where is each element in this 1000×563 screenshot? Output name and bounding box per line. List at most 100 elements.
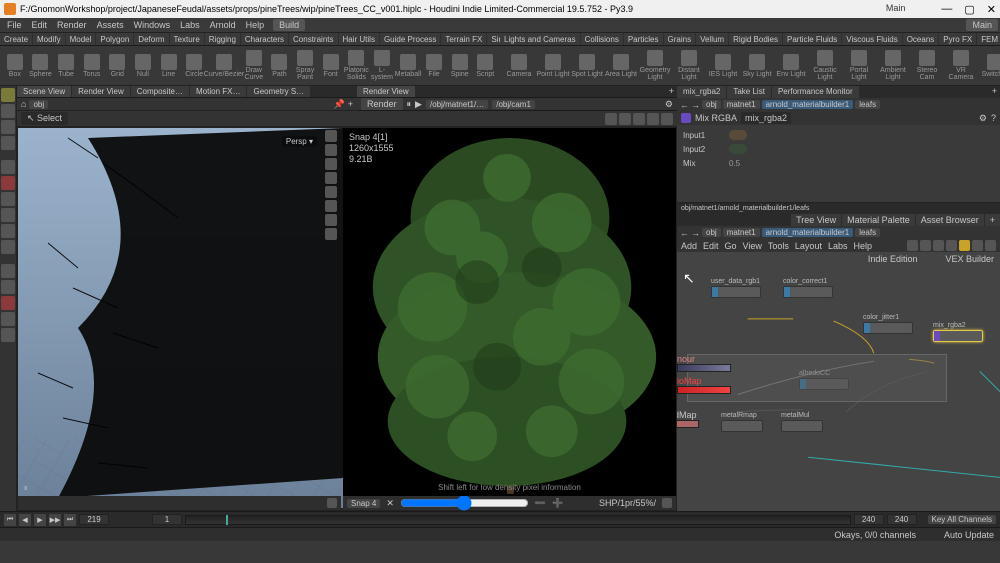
vp-icon[interactable] — [325, 214, 337, 226]
tool-icon[interactable] — [1, 296, 15, 310]
shelf-tool[interactable]: Ambient Light — [876, 50, 910, 81]
timeline-last-icon[interactable]: ⏭ — [64, 514, 76, 526]
fwd-icon[interactable]: → — [691, 228, 700, 238]
key-mode-dropdown[interactable]: Key All Channels — [928, 515, 996, 524]
menu-edit[interactable]: Edit — [27, 20, 53, 30]
shelf-tab[interactable]: Characters — [241, 33, 288, 45]
shelf-tool[interactable]: File — [421, 54, 447, 78]
net-tool-icon[interactable] — [920, 240, 931, 251]
shelf-tab[interactable]: Pyro FX — [939, 33, 976, 45]
shelf-tool[interactable]: Script — [472, 54, 498, 78]
shelf-tab[interactable]: Polygon — [96, 33, 133, 45]
render-button[interactable]: Render — [361, 98, 403, 110]
net-menu-labs[interactable]: Labs — [828, 241, 848, 251]
node-color-correct[interactable]: color_correct1 — [783, 278, 833, 298]
shelf-tool[interactable]: Spot Light — [570, 54, 604, 78]
node-name-field[interactable]: mix_rgba2 — [741, 112, 791, 124]
tool-icon[interactable] — [1, 224, 15, 238]
shelf-tab[interactable]: Deform — [134, 33, 168, 45]
tab-material-palette[interactable]: Material Palette — [842, 214, 915, 226]
node-mix-rgba[interactable]: mix_rgba2 — [933, 322, 983, 342]
rv-prev-icon[interactable]: ✕ — [386, 498, 394, 509]
shelf-tab[interactable]: Guide Process — [380, 33, 440, 45]
shelf-tool[interactable]: Stereo Cam — [910, 50, 944, 81]
minimize-button[interactable]: — — [941, 3, 952, 16]
plus-icon[interactable]: + — [985, 214, 1000, 226]
tool-icon[interactable] — [1, 240, 15, 254]
shelf-tab[interactable]: Texture — [170, 33, 204, 45]
net-menu-view[interactable]: View — [743, 241, 762, 251]
tab-asset-browser[interactable]: Asset Browser — [916, 214, 984, 226]
vp-icon[interactable] — [325, 186, 337, 198]
rv-plus-icon[interactable]: ➕ — [552, 498, 563, 509]
select-mode-label[interactable]: ↖ Select — [21, 112, 68, 125]
menu-labs[interactable]: Labs — [175, 20, 205, 30]
net-menu-add[interactable]: Add — [681, 241, 697, 251]
shelf-tab[interactable]: FEM — [977, 33, 1000, 45]
shelf-tool[interactable]: Platonic Solids — [344, 50, 370, 81]
net-tool-icon[interactable] — [959, 240, 970, 251]
shelf-tool[interactable]: L-system — [369, 50, 395, 81]
help-icon[interactable]: ? — [991, 113, 996, 123]
shelf-tab[interactable]: Lights and Cameras — [500, 33, 580, 45]
back-icon[interactable]: ← — [680, 100, 689, 110]
start-frame-field[interactable] — [152, 514, 182, 525]
viewport-tab[interactable]: Motion FX… — [190, 86, 246, 97]
menu-file[interactable]: File — [2, 20, 27, 30]
shelf-tab[interactable]: Terrain FX — [441, 33, 486, 45]
snapshot-label[interactable]: Snap 4 — [347, 499, 380, 508]
timeline-first-icon[interactable]: ⏮ — [4, 514, 16, 526]
shelf-tool[interactable]: Null — [130, 54, 156, 78]
close-button[interactable]: ✕ — [987, 3, 996, 16]
shelf-tab[interactable]: Grains — [664, 33, 696, 45]
path-builder[interactable]: arnold_materialbuilder1 — [762, 228, 854, 237]
render-rop-path[interactable]: /obj/matnet1/… — [426, 100, 488, 109]
menu-windows[interactable]: Windows — [129, 20, 176, 30]
rv-foot-icon[interactable] — [662, 498, 672, 508]
timeline-prev-icon[interactable]: ◀ — [19, 514, 31, 526]
vp-icon[interactable] — [325, 228, 337, 240]
vp-tool-icon[interactable] — [647, 113, 659, 125]
tool-icon[interactable] — [1, 312, 15, 326]
vp-wire-icon[interactable] — [325, 144, 337, 156]
shelf-tab[interactable]: Modify — [33, 33, 65, 45]
vp-icon[interactable] — [325, 200, 337, 212]
pause-icon[interactable]: ⏸ — [407, 99, 412, 110]
net-tool-icon[interactable] — [907, 240, 918, 251]
shelf-tool[interactable]: Geometry Light — [638, 50, 672, 81]
net-tool-icon[interactable] — [933, 240, 944, 251]
render-cam-path[interactable]: /obj/cam1 — [492, 100, 535, 109]
net-tool-icon[interactable] — [985, 240, 996, 251]
node-metal-mul[interactable]: metalMul — [781, 412, 823, 432]
plus-icon[interactable]: + — [666, 86, 677, 97]
viewport-tab[interactable]: Composite… — [131, 86, 189, 97]
vp-shade-icon[interactable] — [325, 130, 337, 142]
net-tool-icon[interactable] — [972, 240, 983, 251]
shelf-tool[interactable]: Sphere — [28, 54, 54, 78]
playhead[interactable] — [226, 515, 228, 525]
path-leafs[interactable]: leafs — [855, 100, 880, 109]
tool-move-icon[interactable] — [1, 160, 15, 174]
fwd-icon[interactable]: → — [691, 100, 700, 110]
path-obj[interactable]: obj — [702, 228, 721, 237]
tool-icon[interactable] — [1, 136, 15, 150]
net-menu-layout[interactable]: Layout — [795, 241, 822, 251]
shelf-tab[interactable]: Create — [0, 33, 32, 45]
viewport-tab[interactable]: Render View — [72, 86, 130, 97]
path-leafs[interactable]: leafs — [855, 228, 880, 237]
vp-tool-icon[interactable] — [633, 113, 645, 125]
tool-icon[interactable] — [1, 192, 15, 206]
menu-arnold[interactable]: Arnold — [205, 20, 241, 30]
node-user-data[interactable]: user_data_rgb1 — [711, 278, 761, 298]
color-swatch[interactable] — [729, 144, 747, 154]
vp-icon[interactable] — [325, 172, 337, 184]
tab-tree-view[interactable]: Tree View — [791, 214, 841, 226]
tab-take-list[interactable]: Take List — [727, 86, 771, 98]
vp-tool-icon[interactable] — [605, 113, 617, 125]
tab-perf-monitor[interactable]: Performance Monitor — [772, 86, 859, 98]
plus-icon[interactable]: + — [348, 99, 353, 109]
vp-tool-icon[interactable] — [619, 113, 631, 125]
desktop-build[interactable]: Build — [273, 19, 305, 31]
timeline-track[interactable] — [185, 515, 851, 525]
shelf-tab[interactable]: Particle Fluids — [783, 33, 841, 45]
